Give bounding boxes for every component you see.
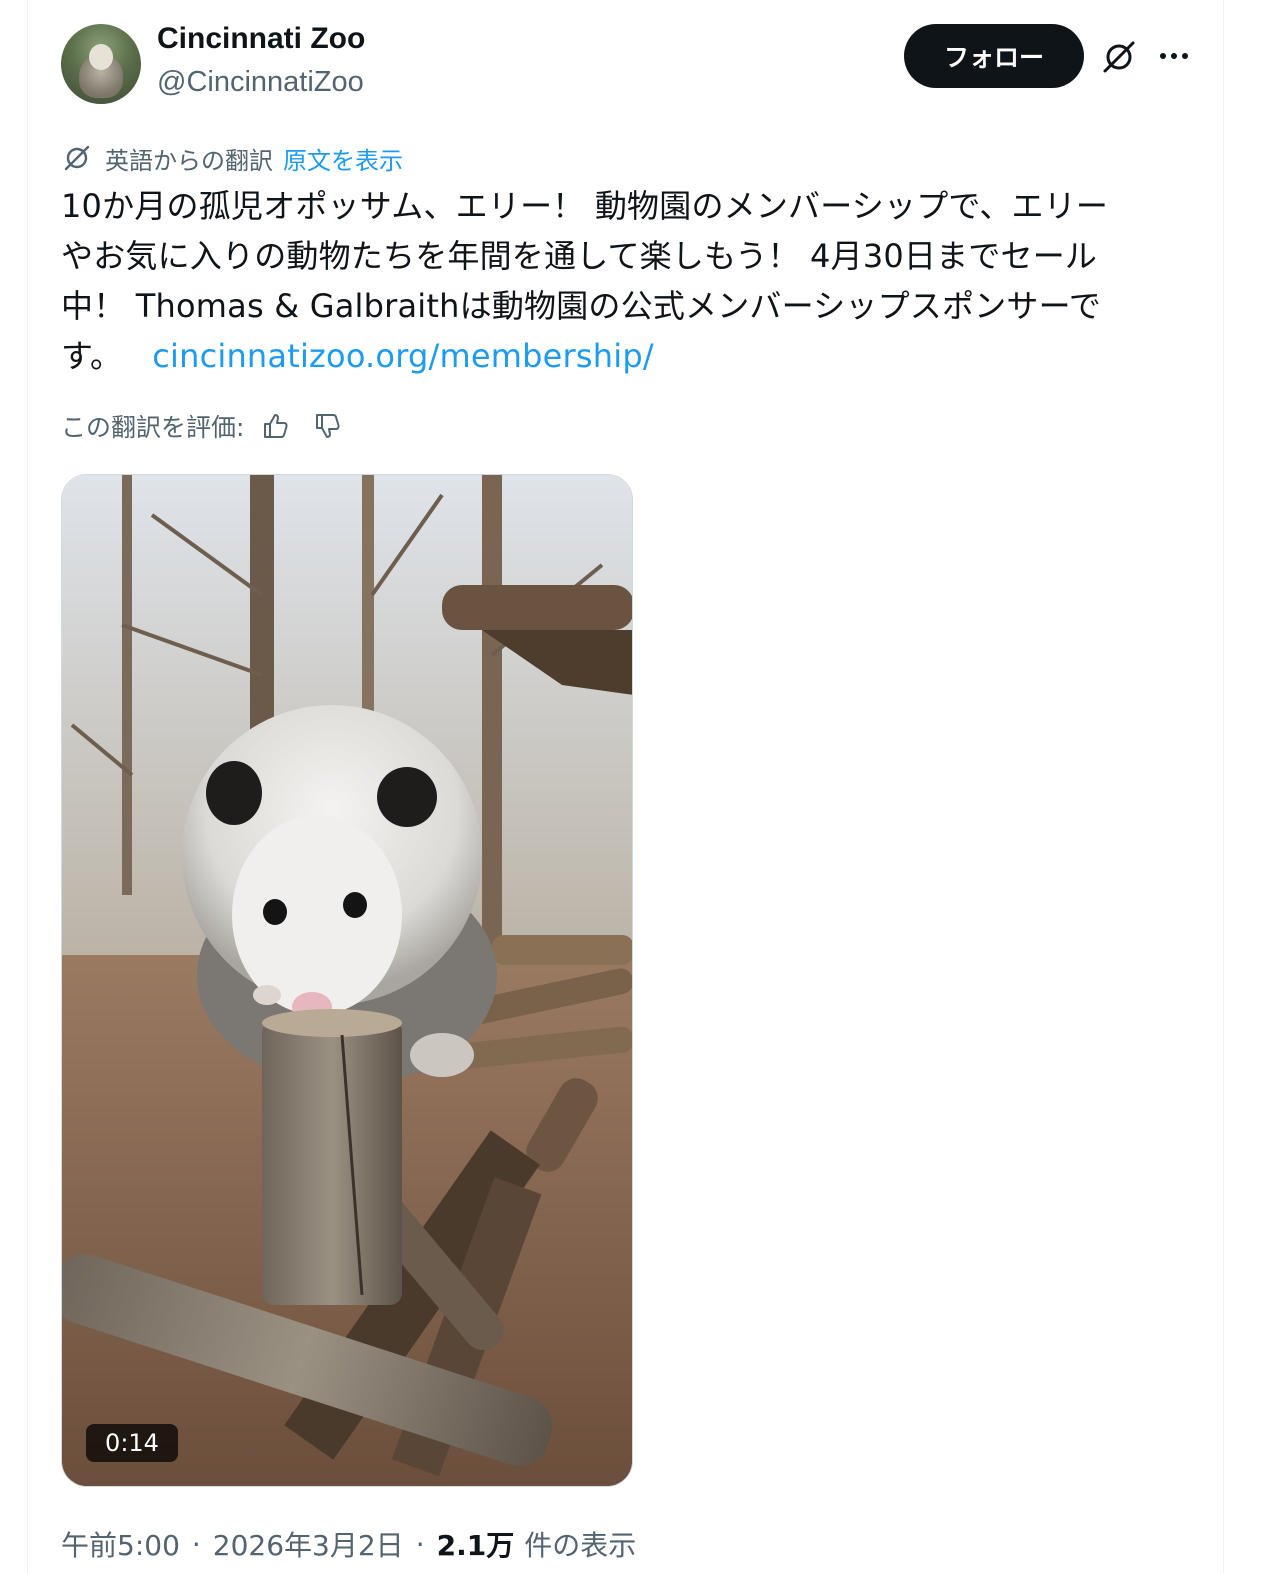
rate-translation: この翻訳を評価: — [61, 406, 348, 446]
tweet-text-line: 中！ Thomas & Galbraithは動物園の公式メンバーシップスポンサー… — [61, 287, 1102, 325]
meta-separator: · — [415, 1527, 425, 1561]
tweet-text-line: 10か月の孤児オポッサム、エリー！ 動物園のメンバーシップで、エリー — [61, 187, 1109, 225]
tweet-text-ending: す。 — [61, 337, 123, 375]
author-avatar[interactable] — [61, 24, 141, 104]
video-thumbnail[interactable] — [61, 474, 633, 1487]
video-duration-badge: 0:14 — [86, 1424, 178, 1462]
more-icon[interactable] — [1154, 36, 1194, 76]
post-time[interactable]: 午前5:00 — [61, 1524, 180, 1564]
tweet-text: 10か月の孤児オポッサム、エリー！ 動物園のメンバーシップで、エリー やお気に入… — [61, 181, 1181, 381]
post-date[interactable]: 2026年3月2日 — [213, 1524, 404, 1564]
translation-label: 英語からの翻訳 — [105, 146, 273, 175]
author-name[interactable]: Cincinnati Zoo — [157, 22, 365, 56]
grok-icon[interactable] — [1098, 36, 1140, 78]
rate-translation-label: この翻訳を評価: — [61, 413, 245, 442]
thumbs-down-icon[interactable] — [308, 406, 348, 446]
tweet-text-line-last: す。 cincinnatizoo.org/membership/ — [61, 331, 1181, 381]
membership-link[interactable]: cincinnatizoo.org/membership/ — [152, 337, 654, 375]
avatar-animal-face — [89, 44, 113, 70]
tweet-text-line: やお気に入りの動物たちを年間を通して楽しもう！ 4月30日までセール — [61, 237, 1098, 275]
show-original-link[interactable]: 原文を表示 — [283, 141, 403, 176]
meta-separator: · — [191, 1527, 201, 1561]
views-label: 件の表示 — [524, 1529, 637, 1562]
tweet-meta: 午前5:00 · 2026年3月2日 · 2.1万 件の表示 — [61, 1524, 636, 1564]
thumbs-up-icon[interactable] — [256, 406, 296, 446]
author-handle[interactable]: @CincinnatiZoo — [157, 66, 364, 99]
views-count[interactable]: 2.1万 — [437, 1524, 515, 1564]
follow-button[interactable]: フォロー — [904, 24, 1084, 88]
translation-notice: 英語からの翻訳 原文を表示 — [61, 140, 403, 176]
translate-icon — [61, 142, 93, 174]
